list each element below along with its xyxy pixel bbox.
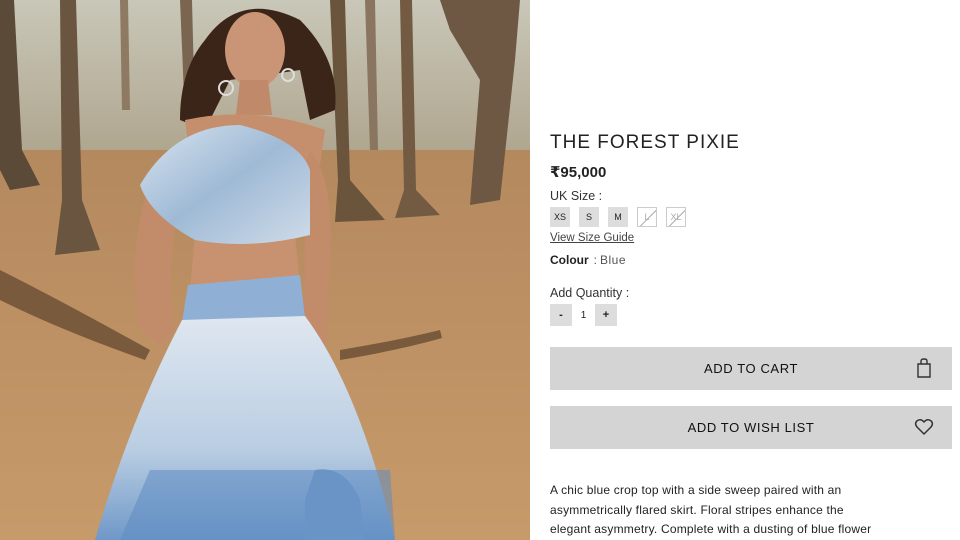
description-line: elegant asymmetry. Complete with a dusti…	[550, 522, 872, 536]
shopping-bag-icon	[917, 358, 931, 378]
quantity-decrease-button[interactable]: -	[550, 304, 572, 326]
heart-icon	[914, 419, 934, 435]
add-to-cart-label: ADD TO CART	[703, 361, 798, 376]
size-option-label: M	[614, 212, 622, 222]
add-to-wishlist-button[interactable]: ADD TO WISH LIST	[550, 406, 952, 449]
product-description: A chic blue crop top with a side sweep p…	[550, 481, 950, 540]
size-option-label: S	[585, 212, 592, 222]
size-option-xs[interactable]: XS	[550, 207, 570, 227]
product-price: ₹95,000	[550, 164, 607, 181]
description-line: A chic blue crop top with a side sweep p…	[550, 483, 842, 497]
colour-separator: :	[593, 253, 598, 267]
quantity-value: 1	[580, 309, 587, 321]
quantity-increase-button[interactable]: +	[595, 304, 617, 326]
size-option-m[interactable]: M	[608, 207, 628, 227]
size-option-xl-unavailable: XL	[666, 207, 686, 227]
colour-value: Blue	[600, 253, 627, 267]
size-option-s[interactable]: S	[579, 207, 599, 227]
size-label: UK Size :	[550, 189, 603, 203]
product-details: THE FOREST PIXIE ₹95,000 UK Size : XS S …	[550, 0, 952, 540]
quantity-label: Add Quantity :	[550, 286, 630, 300]
size-guide-link[interactable]: View Size Guide	[550, 232, 634, 244]
description-line: asymmetrically flared skirt. Floral stri…	[550, 502, 844, 517]
colour-label: Colour	[550, 253, 589, 267]
add-to-wishlist-label: ADD TO WISH LIST	[687, 420, 815, 435]
size-option-l-unavailable: L	[637, 207, 657, 227]
colour-info: Colour: Blue	[550, 253, 626, 267]
size-option-label: XS	[553, 212, 566, 222]
product-image[interactable]	[0, 0, 530, 540]
quantity-stepper: - 1 +	[550, 304, 617, 326]
size-selector: XS S M L XL	[550, 207, 686, 227]
product-title: THE FOREST PIXIE	[550, 132, 740, 153]
add-to-cart-button[interactable]: ADD TO CART	[550, 347, 952, 390]
unavailable-strike	[639, 208, 656, 226]
